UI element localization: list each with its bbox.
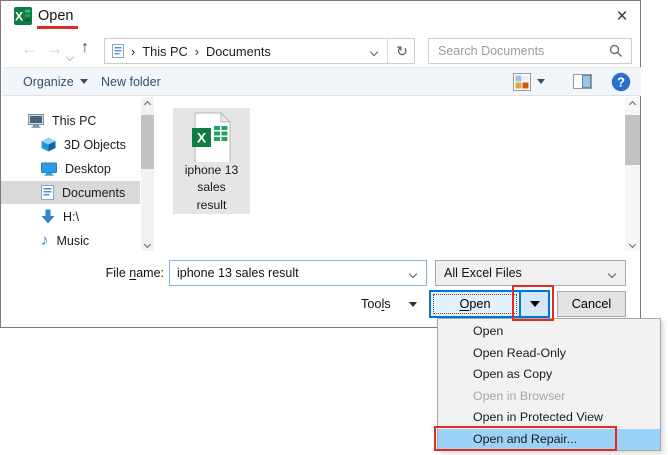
menu-item-open-in-browser: Open in Browser [438, 386, 660, 408]
title-red-underline-annotation [37, 26, 78, 29]
computer-icon [28, 114, 44, 128]
sidebar-label: 3D Objects [64, 138, 126, 152]
sidebar-item-music[interactable]: ♪ Music [1, 229, 140, 252]
sidebar-label: H:\ [63, 210, 79, 224]
red-box-annotation-open-dropdown [512, 285, 554, 321]
sidebar-label: Music [57, 234, 90, 248]
file-type-combobox[interactable]: All Excel Files [435, 260, 626, 286]
close-icon[interactable]: × [607, 4, 637, 29]
preview-pane-icon [573, 74, 592, 89]
file-item-iphone-13-sales-result[interactable]: X iphone 13 sales result [173, 108, 250, 214]
music-note-icon: ♪ [41, 233, 49, 248]
svg-text:X: X [196, 130, 206, 146]
menu-item-open[interactable]: Open [438, 321, 660, 343]
organize-button[interactable]: Organize [23, 68, 88, 95]
refresh-icon[interactable]: ↻ [390, 43, 414, 60]
svg-text:X: X [15, 10, 23, 24]
new-folder-label: New folder [101, 75, 161, 89]
scroll-down-icon[interactable] [625, 237, 640, 251]
menu-item-open-as-copy[interactable]: Open as Copy [438, 364, 660, 386]
breadcrumb-this-pc[interactable]: This PC [142, 44, 188, 59]
cancel-button[interactable]: Cancel [557, 291, 626, 317]
file-type-value: All Excel Files [444, 266, 522, 280]
window-title: Open [38, 8, 73, 24]
organize-label: Organize [23, 75, 74, 89]
cube-icon [41, 137, 56, 152]
file-name-input[interactable] [170, 261, 426, 285]
search-box [428, 38, 632, 64]
preview-pane-button[interactable] [573, 68, 592, 95]
excel-file-icon: X [189, 112, 235, 162]
sidebar-item-3d-objects[interactable]: 3D Objects [1, 133, 140, 156]
scrollbar-thumb[interactable] [625, 115, 640, 165]
open-dialog-window: X Open × ← → ↑ › This PC › Documents ↻ [0, 0, 641, 328]
cancel-label: Cancel [572, 297, 612, 311]
help-button[interactable]: ? [611, 68, 631, 95]
forward-icon[interactable]: → [46, 40, 63, 57]
sidebar-item-desktop[interactable]: Desktop [1, 157, 140, 180]
organize-dropdown-icon [80, 79, 88, 84]
address-divider [387, 39, 388, 63]
recent-locations-chevron-icon[interactable] [67, 47, 73, 65]
drive-down-arrow-icon [41, 209, 55, 224]
back-icon[interactable]: ← [21, 40, 38, 57]
file-type-dropdown-chevron-icon [608, 270, 616, 278]
scroll-down-icon[interactable] [141, 237, 154, 251]
excel-app-icon: X [14, 7, 32, 25]
sidebar-item-this-pc[interactable]: This PC [1, 109, 140, 132]
sidebar-label: Documents [62, 186, 125, 200]
documents-folder-icon [112, 44, 124, 58]
svg-text:?: ? [617, 74, 625, 89]
views-button[interactable] [513, 68, 545, 95]
help-icon: ? [611, 72, 631, 92]
sidebar-label: Desktop [65, 162, 111, 176]
tools-button[interactable]: Tools [361, 292, 417, 316]
views-dropdown-icon [537, 79, 545, 84]
sidebar-item-h-drive[interactable]: H:\ [1, 205, 140, 228]
breadcrumb-documents[interactable]: Documents [206, 44, 271, 59]
document-icon [41, 185, 54, 200]
scroll-up-icon[interactable] [625, 97, 640, 111]
breadcrumb-separator: › [195, 44, 199, 59]
open-button[interactable]: Open [431, 292, 519, 316]
file-name-label: File name: [89, 266, 164, 280]
scrollbar-thumb[interactable] [141, 115, 154, 169]
sidebar-label: This PC [52, 114, 96, 128]
sidebar-item-documents[interactable]: Documents [1, 181, 140, 204]
tools-dropdown-icon [409, 302, 417, 307]
views-grid-icon [513, 73, 531, 91]
breadcrumb-separator: › [131, 44, 135, 59]
search-icon[interactable] [609, 44, 623, 58]
menu-item-open-read-only[interactable]: Open Read-Only [438, 343, 660, 365]
scroll-up-icon[interactable] [141, 97, 154, 111]
sidebar-scrollbar[interactable] [141, 97, 154, 251]
tools-label: Tools [361, 297, 391, 311]
address-bar[interactable]: › This PC › Documents ↻ [104, 38, 415, 64]
screenshot-canvas: X Open × ← → ↑ › This PC › Documents ↻ [0, 0, 668, 455]
file-name-caption: iphone 13 sales result [185, 162, 239, 215]
file-list-scrollbar[interactable] [625, 97, 640, 251]
command-toolbar: Organize New folder [2, 67, 641, 96]
desktop-monitor-icon [41, 162, 57, 176]
red-box-annotation-open-and-repair [434, 426, 617, 451]
file-name-combobox [169, 260, 427, 286]
up-one-level-icon[interactable]: ↑ [81, 39, 89, 56]
search-input[interactable] [429, 44, 609, 58]
new-folder-button[interactable]: New folder [101, 68, 161, 95]
address-dropdown-chevron-icon[interactable] [371, 42, 377, 60]
